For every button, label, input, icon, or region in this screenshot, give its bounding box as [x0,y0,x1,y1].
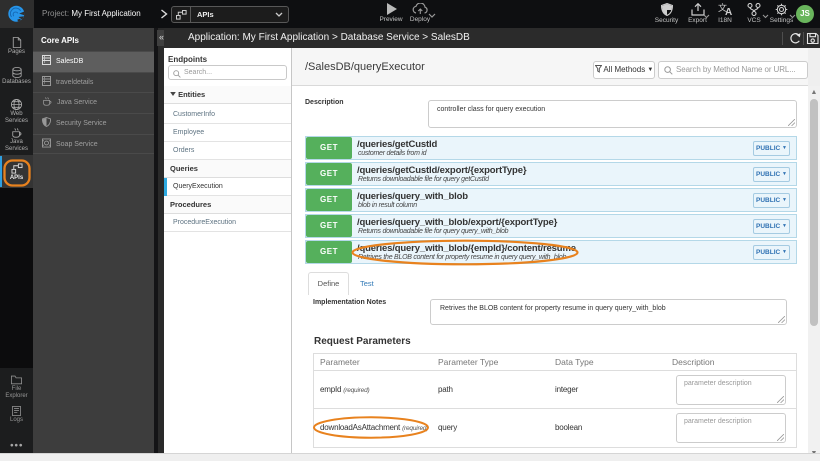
svg-text:A: A [725,7,732,16]
